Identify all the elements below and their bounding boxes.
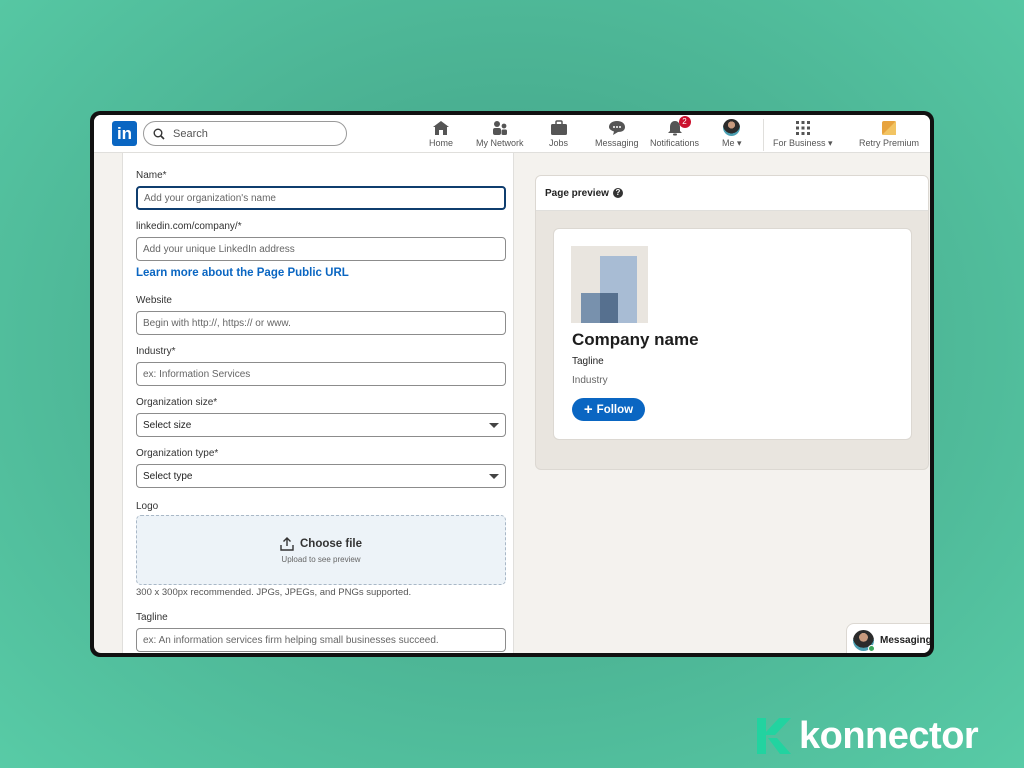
website-field-group: Website Begin with http://, https:// or …	[136, 295, 506, 335]
org-size-value: Select size	[143, 419, 192, 431]
name-field-group: Name* Add your organization's name	[136, 170, 506, 210]
name-input[interactable]: Add your organization's name	[136, 186, 506, 210]
nav-messaging[interactable]: Messaging	[595, 119, 639, 148]
org-type-label: Organization type*	[136, 448, 219, 459]
notifications-badge: 2	[678, 116, 691, 128]
network-icon	[492, 120, 507, 135]
org-size-field-group: Organization size* Select size	[136, 397, 506, 437]
tagline-input[interactable]: ex: An information services firm helping…	[136, 628, 506, 652]
chevron-down-icon: ▾	[828, 138, 833, 148]
nav-jobs[interactable]: Jobs	[549, 119, 568, 148]
website-input[interactable]: Begin with http://, https:// or www.	[136, 311, 506, 335]
grid-icon	[795, 120, 810, 135]
messaging-label: Messaging	[880, 634, 930, 646]
nav-notifications[interactable]: 2 Notifications	[650, 116, 700, 148]
url-input[interactable]: Add your unique LinkedIn address	[136, 237, 506, 261]
tagline-label: Tagline	[136, 612, 168, 623]
company-preview-card: Company name Tagline Industry + Follow	[553, 228, 912, 440]
nav-my-network[interactable]: My Network	[476, 119, 524, 148]
konnector-brand: konnector	[755, 715, 979, 757]
linkedin-logo[interactable]: in	[112, 121, 137, 146]
briefcase-icon	[550, 119, 567, 135]
logo-label: Logo	[136, 501, 159, 512]
website-label: Website	[136, 295, 172, 306]
org-size-label: Organization size*	[136, 397, 218, 408]
tagline-field-group: Tagline ex: An information services firm…	[136, 612, 506, 652]
nav-my-network-label: My Network	[476, 138, 524, 148]
nav-me[interactable]: Me ▾	[722, 119, 742, 149]
industry-input[interactable]: ex: Information Services	[136, 362, 506, 386]
nav-home[interactable]: Home	[429, 119, 453, 148]
nav-for-business-label: For Business	[773, 138, 826, 148]
company-industry: Industry	[572, 375, 608, 386]
konnector-wordmark: konnector	[799, 715, 979, 757]
top-navigation: in Search Home My Network Jobs Messaging	[94, 115, 930, 153]
browser-window: in Search Home My Network Jobs Messaging	[90, 111, 934, 657]
company-name: Company name	[572, 330, 699, 349]
page-preview-panel: Page preview ? Company name Tagline Indu…	[535, 175, 929, 470]
nav-for-business[interactable]: For Business ▾	[773, 119, 833, 149]
nav-jobs-label: Jobs	[549, 138, 569, 148]
url-field-group: linkedin.com/company/* Add your unique L…	[136, 221, 506, 261]
follow-button[interactable]: + Follow	[572, 398, 645, 421]
nav-notifications-label: Notifications	[650, 138, 700, 148]
industry-label: Industry*	[136, 346, 176, 357]
caret-down-icon	[489, 422, 499, 428]
search-placeholder: Search	[173, 127, 208, 140]
company-tagline: Tagline	[572, 356, 604, 367]
org-type-value: Select type	[143, 470, 193, 482]
avatar	[853, 629, 875, 652]
nav-retry-premium-label: Retry Premium	[859, 138, 920, 148]
nav-messaging-label: Messaging	[595, 138, 639, 148]
chevron-down-icon: ▾	[737, 138, 742, 148]
online-status-dot	[868, 644, 875, 652]
premium-icon	[882, 120, 896, 135]
upload-subtext: Upload to see preview	[281, 554, 361, 564]
company-logo-placeholder	[571, 246, 648, 323]
choose-file-button[interactable]: Choose file	[300, 538, 362, 550]
nav-for-business-label-wrap: For Business ▾	[773, 138, 833, 149]
url-label: linkedin.com/company/*	[136, 221, 242, 232]
avatar	[723, 119, 741, 136]
learn-more-link[interactable]: Learn more about the Page Public URL	[136, 267, 349, 279]
logo-hint: 300 x 300px recommended. JPGs, JPEGs, an…	[136, 587, 412, 598]
messaging-icon	[608, 120, 625, 135]
plus-icon: +	[583, 401, 593, 418]
caret-down-icon	[489, 473, 499, 479]
upload-icon	[280, 536, 294, 551]
name-label: Name*	[136, 170, 167, 181]
logo-upload-dropzone[interactable]: Choose file Upload to see preview	[136, 515, 506, 585]
nav-me-label: Me	[722, 138, 735, 148]
search-input[interactable]: Search	[143, 121, 347, 146]
create-page-form: Name* Add your organization's name linke…	[122, 153, 514, 653]
help-icon[interactable]: ?	[612, 188, 623, 198]
nav-me-label-wrap: Me ▾	[722, 138, 742, 149]
follow-label: Follow	[596, 403, 634, 416]
org-size-select[interactable]: Select size	[136, 413, 506, 437]
home-icon	[433, 120, 449, 135]
search-icon	[153, 128, 165, 140]
nav-divider	[763, 119, 764, 151]
konnector-logo-icon	[757, 718, 791, 754]
org-type-field-group: Organization type* Select type	[136, 448, 506, 488]
nav-home-label: Home	[429, 138, 454, 148]
nav-retry-premium[interactable]: Retry Premium	[859, 119, 919, 148]
messaging-tab[interactable]: Messaging	[846, 623, 930, 653]
industry-field-group: Industry* ex: Information Services	[136, 346, 506, 386]
page-preview-header: Page preview ?	[536, 176, 928, 211]
org-type-select[interactable]: Select type	[136, 464, 506, 488]
linkedin-screen: in Search Home My Network Jobs Messaging	[94, 115, 930, 653]
page-preview-title: Page preview	[545, 187, 609, 199]
